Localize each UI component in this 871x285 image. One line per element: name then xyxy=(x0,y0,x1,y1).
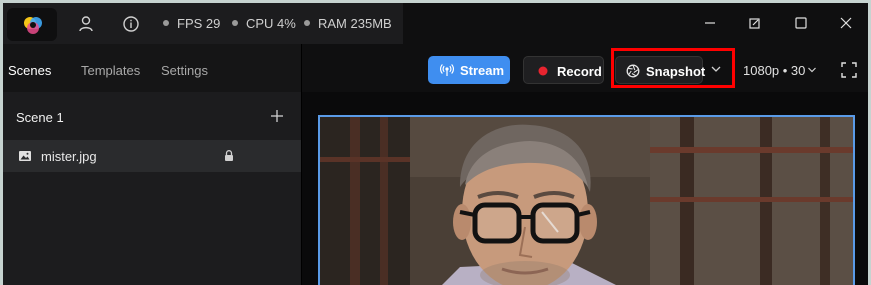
preview-area xyxy=(302,92,868,285)
cpu-dot xyxy=(232,20,238,26)
broadcast-icon xyxy=(440,64,454,76)
stream-button[interactable]: Stream xyxy=(428,56,510,84)
preview-image xyxy=(320,117,853,285)
fullscreen-icon[interactable] xyxy=(840,61,858,79)
panel-tabs: Scenes Templates Settings xyxy=(3,44,301,92)
app-logo-button[interactable] xyxy=(7,8,57,41)
record-dot-icon xyxy=(538,66,548,76)
maximize-icon[interactable] xyxy=(792,14,810,32)
info-icon[interactable] xyxy=(121,14,141,34)
ram-dot xyxy=(304,20,310,26)
app-logo-icon xyxy=(24,17,42,34)
fps-dot xyxy=(163,20,169,26)
title-bar: FPS 29 CPU 4% RAM 235MB xyxy=(3,3,868,44)
source-item[interactable]: mister.jpg xyxy=(3,140,301,172)
minimize-icon[interactable] xyxy=(701,14,719,32)
add-source-icon[interactable] xyxy=(269,108,285,124)
ram-stat: RAM 235MB xyxy=(304,16,392,31)
main-toolbar: Stream Record Snapshot 1080p • 30 xyxy=(302,44,868,92)
preview-canvas[interactable] xyxy=(318,115,855,285)
restore-icon[interactable] xyxy=(746,14,764,32)
lock-icon[interactable] xyxy=(223,149,235,163)
tab-settings[interactable]: Settings xyxy=(161,63,208,78)
image-icon xyxy=(19,151,31,161)
snapshot-highlight xyxy=(611,48,735,88)
scene-header[interactable]: Scene 1 xyxy=(3,92,301,140)
user-icon[interactable] xyxy=(76,14,96,34)
title-bar-left: FPS 29 CPU 4% RAM 235MB xyxy=(3,3,403,44)
tab-templates[interactable]: Templates xyxy=(81,63,140,78)
scenes-panel: Scenes Templates Settings Scene 1 mister… xyxy=(3,44,301,285)
app-window: FPS 29 CPU 4% RAM 235MB Scenes Templates… xyxy=(3,3,868,285)
fps-stat: FPS 29 xyxy=(163,16,220,31)
resolution-select[interactable]: 1080p • 30 xyxy=(743,63,805,78)
close-icon[interactable] xyxy=(837,14,855,32)
cpu-value: CPU 4% xyxy=(246,16,296,31)
source-label: mister.jpg xyxy=(41,149,97,164)
ram-value: RAM 235MB xyxy=(318,16,392,31)
fps-value: FPS 29 xyxy=(177,16,221,31)
record-label: Record xyxy=(557,64,602,79)
tab-scenes[interactable]: Scenes xyxy=(8,63,51,78)
scene-title: Scene 1 xyxy=(16,110,64,125)
stream-label: Stream xyxy=(460,63,505,78)
cpu-stat: CPU 4% xyxy=(232,16,296,31)
resolution-chevron-icon[interactable] xyxy=(807,65,817,75)
record-button[interactable]: Record xyxy=(523,56,604,84)
